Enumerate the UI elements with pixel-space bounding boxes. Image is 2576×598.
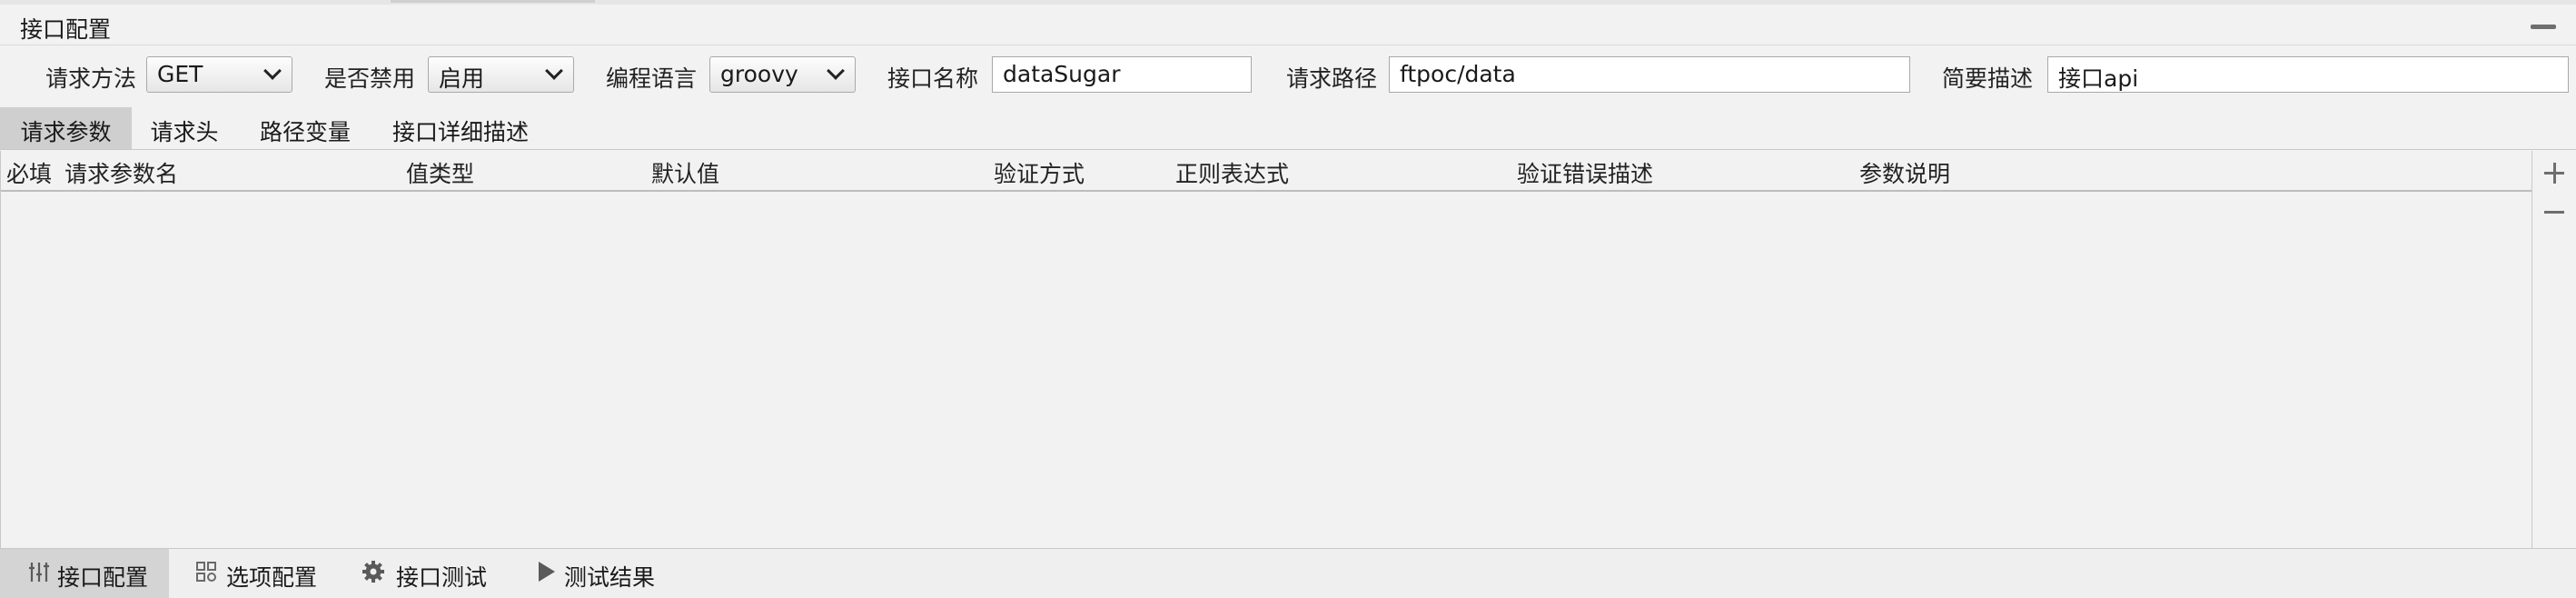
tab-label: 接口详细描述 — [391, 119, 529, 145]
name-label: 接口名称 — [887, 65, 979, 92]
column-header[interactable]: 验证错误描述 — [1517, 156, 1653, 189]
panel-titlebar: 接口配置 — [0, 5, 2576, 45]
tab-detail-description[interactable]: 接口详细描述 — [379, 107, 542, 149]
name-input-value: dataSugar — [1003, 61, 1121, 87]
bottom-tab-options[interactable]: 选项配置 — [178, 549, 342, 598]
column-header[interactable]: 必填 — [6, 156, 52, 189]
language-select-value: groovy — [720, 61, 798, 87]
gear-icon — [362, 561, 384, 583]
table-header: 必填 请求参数名 值类型 默认值 验证方式 正则表达式 验证错误描述 参数说明 — [1, 151, 2531, 192]
name-input[interactable]: dataSugar — [992, 56, 1252, 93]
method-select[interactable]: GET — [146, 56, 292, 93]
column-header[interactable]: 请求参数名 — [64, 156, 178, 189]
bottom-tab-label: 选项配置 — [226, 564, 318, 591]
top-edge-segment — [391, 0, 595, 3]
path-label: 请求路径 — [1286, 65, 1378, 92]
param-tabs: 请求参数 请求头 路径变量 接口详细描述 — [0, 107, 2576, 150]
language-select[interactable]: groovy — [709, 56, 856, 93]
disabled-label: 是否禁用 — [324, 65, 416, 92]
desc-input-value: 接口api — [2058, 65, 2139, 92]
bottom-tab-label: 测试结果 — [564, 564, 656, 591]
table-actions — [2533, 151, 2576, 548]
column-header[interactable]: 参数说明 — [1859, 156, 1950, 189]
desc-input[interactable]: 接口api — [2047, 56, 2569, 93]
bottom-tabbar: 接口配置 选项配置 接口测试 测试结果 — [0, 548, 2576, 598]
path-input[interactable]: ftpoc/data — [1389, 56, 1910, 93]
disabled-select-value: 启用 — [439, 65, 485, 92]
tab-path-variables[interactable]: 路径变量 — [246, 107, 364, 149]
disabled-select[interactable]: 启用 — [428, 56, 574, 93]
bottom-tab-label: 接口配置 — [57, 564, 149, 591]
remove-row-icon[interactable] — [2533, 194, 2576, 231]
bottom-tab-api-test[interactable]: 接口测试 — [351, 549, 514, 598]
chevron-down-icon — [545, 62, 563, 80]
minimize-icon[interactable] — [2531, 25, 2556, 29]
column-header[interactable]: 验证方式 — [994, 156, 1085, 189]
bottom-tab-api-config[interactable]: 接口配置 — [0, 549, 169, 598]
bottom-tab-test-result[interactable]: 测试结果 — [523, 549, 687, 598]
column-header[interactable]: 值类型 — [406, 156, 474, 189]
config-row: 请求方法 GET 是否禁用 启用 编程语言 groovy 接口名称 dataSu… — [0, 46, 2576, 106]
tab-label: 请求参数 — [20, 119, 112, 145]
sliders-icon — [29, 563, 49, 582]
language-label: 编程语言 — [606, 65, 698, 92]
tab-request-headers[interactable]: 请求头 — [132, 107, 237, 149]
column-header[interactable]: 正则表达式 — [1175, 156, 1289, 189]
params-table: 必填 请求参数名 值类型 默认值 验证方式 正则表达式 验证错误描述 参数说明 — [0, 151, 2532, 548]
chevron-down-icon — [263, 62, 282, 80]
tab-request-params[interactable]: 请求参数 — [0, 107, 132, 149]
bottom-tab-label: 接口测试 — [396, 564, 488, 591]
chevron-down-icon — [827, 62, 845, 80]
panel-title: 接口配置 — [20, 16, 112, 43]
method-label: 请求方法 — [45, 65, 137, 92]
tab-label: 路径变量 — [259, 119, 351, 145]
column-header[interactable]: 默认值 — [651, 156, 719, 189]
desc-label: 简要描述 — [1942, 65, 2034, 92]
method-select-value: GET — [157, 61, 203, 87]
path-input-value: ftpoc/data — [1400, 61, 1516, 87]
play-icon — [539, 562, 555, 582]
grid-icon — [196, 562, 216, 582]
add-row-icon[interactable] — [2533, 151, 2576, 192]
tab-label: 请求头 — [150, 119, 219, 145]
